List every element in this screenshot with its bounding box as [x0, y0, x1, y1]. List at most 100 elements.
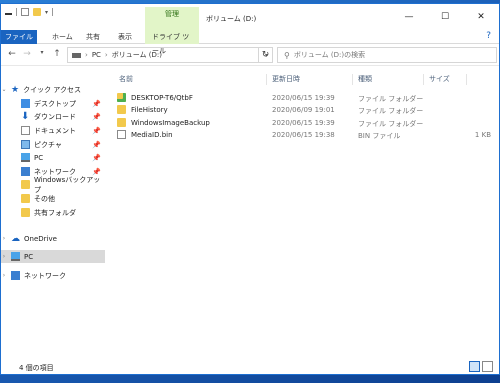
nav-desktop[interactable]: デスクトップ 📌	[1, 97, 105, 110]
column-header-type[interactable]: 種類	[358, 74, 372, 87]
nav-label: PC	[34, 153, 44, 162]
chevron-right-icon[interactable]: ›	[1, 272, 7, 279]
address-bar-row: ← → ▾ ↑ › PC › ボリューム (D:) ▾ ↻ ⚲ ボリューム (D…	[1, 44, 499, 66]
table-row[interactable]: FileHistory 2020/06/09 19:01 ファイル フォルダー	[111, 104, 499, 116]
new-folder-icon[interactable]	[33, 8, 41, 16]
table-row[interactable]: MediaID.bin 2020/06/15 19:38 BIN ファイル 1 …	[111, 129, 499, 141]
column-divider[interactable]	[352, 74, 353, 85]
nav-downloads[interactable]: ⬇ ダウンロード 📌	[1, 110, 105, 123]
tab-view[interactable]: 表示	[111, 30, 139, 44]
customize-toolbar-icon[interactable]: ▾	[45, 9, 48, 16]
file-name: WindowsImageBackup	[131, 119, 210, 127]
properties-icon[interactable]	[21, 8, 29, 16]
nav-label: デスクトップ	[34, 99, 76, 108]
breadcrumb-separator-icon[interactable]: ›	[105, 51, 108, 59]
address-bar[interactable]: › PC › ボリューム (D:) ▾	[67, 47, 273, 63]
window-title: ボリューム (D:)	[206, 15, 257, 23]
star-icon: ★	[11, 84, 20, 95]
minimize-button[interactable]: —	[391, 4, 427, 30]
file-date: 2020/06/15 19:39	[272, 119, 335, 127]
nav-other[interactable]: その他	[1, 192, 105, 205]
nav-label: PC	[24, 252, 34, 261]
nav-documents[interactable]: ドキュメント 📌	[1, 124, 105, 137]
download-icon: ⬇	[21, 111, 30, 122]
chevron-right-icon[interactable]: ›	[1, 253, 7, 260]
quick-access-toolbar: ▾	[5, 8, 54, 16]
folder-sync-icon	[117, 93, 126, 102]
folder-icon	[21, 194, 30, 203]
nav-label: クイック アクセス	[23, 85, 81, 94]
maximize-button[interactable]: ☐	[427, 4, 463, 30]
file-type: BIN ファイル	[358, 132, 401, 140]
file-icon	[117, 130, 126, 139]
navigation-pane: ⌄ ★ クイック アクセス デスクトップ 📌 ⬇ ダウンロード 📌 ドキュメント…	[1, 70, 105, 360]
toolbar-divider	[52, 8, 54, 16]
column-header-size[interactable]: サイズ	[429, 74, 450, 87]
search-input[interactable]: ボリューム (D:)の検索	[294, 50, 365, 60]
item-count: 4 個の項目	[19, 364, 54, 372]
file-date: 2020/06/15 19:38	[272, 131, 335, 139]
close-button[interactable]: ✕	[463, 4, 499, 30]
pin-icon: 📌	[92, 99, 101, 108]
file-name: MediaID.bin	[131, 131, 173, 139]
file-name: FileHistory	[131, 106, 168, 114]
help-icon[interactable]: ?	[486, 31, 491, 41]
details-view-icon[interactable]	[469, 361, 480, 372]
nav-pc[interactable]: › PC	[1, 250, 105, 263]
column-divider[interactable]	[423, 74, 424, 85]
table-row[interactable]: DESKTOP-T6/QtbF 2020/06/15 19:39 ファイル フォ…	[111, 92, 499, 104]
title-bar: ▾ 管理 ボリューム (D:) — ☐ ✕	[1, 4, 499, 30]
table-row[interactable]: WindowsImageBackup 2020/06/15 19:39 ファイル…	[111, 117, 499, 129]
file-size: 1 KB	[474, 131, 491, 139]
breadcrumb-separator-icon[interactable]: ›	[85, 51, 88, 59]
file-type: ファイル フォルダー	[358, 120, 424, 128]
file-type: ファイル フォルダー	[358, 107, 424, 115]
tab-share[interactable]: 共有	[79, 30, 107, 44]
navigation-buttons: ← → ▾ ↑	[7, 49, 62, 59]
file-type: ファイル フォルダー	[358, 95, 424, 103]
nav-pictures[interactable]: ピクチャ 📌	[1, 138, 105, 151]
file-date: 2020/06/15 19:39	[272, 94, 335, 102]
nav-pc-pinned[interactable]: PC 📌	[1, 151, 105, 164]
breadcrumb-pc[interactable]: PC	[92, 51, 101, 59]
computer-icon	[21, 153, 30, 162]
tab-drive-tools[interactable]: ドライブ ツール	[145, 30, 199, 55]
computer-icon	[11, 252, 20, 261]
column-divider[interactable]	[266, 74, 267, 85]
up-arrow-icon[interactable]: ↑	[52, 49, 62, 59]
documents-icon	[21, 126, 30, 135]
nav-onedrive[interactable]: › ☁ OneDrive	[1, 232, 105, 245]
recent-locations-icon[interactable]: ▾	[37, 49, 47, 59]
file-list: 名前 更新日時 種類 サイズ DESKTOP-T6/QtbF 2020/06/1…	[111, 70, 499, 360]
context-tab-group-label: 管理	[145, 7, 199, 30]
column-header-date[interactable]: 更新日時	[272, 74, 300, 87]
pin-icon: 📌	[92, 140, 101, 149]
nav-windows-backup[interactable]: Windowsバックアップ	[1, 176, 105, 194]
network-icon	[21, 167, 30, 176]
toolbar-divider	[16, 8, 17, 16]
pictures-icon	[21, 140, 30, 149]
folder-icon	[21, 180, 30, 189]
nav-shared-folder[interactable]: 共有フォルダ	[1, 206, 105, 219]
view-switcher	[469, 361, 493, 372]
network-icon	[11, 271, 20, 280]
forward-arrow-icon[interactable]: →	[22, 49, 32, 59]
column-divider[interactable]	[466, 74, 467, 85]
refresh-icon[interactable]: ↻	[258, 47, 272, 63]
nav-quick-access[interactable]: ⌄ ★ クイック アクセス	[1, 83, 105, 96]
back-arrow-icon[interactable]: ←	[7, 49, 17, 59]
explorer-window: ▾ 管理 ボリューム (D:) — ☐ ✕ ファイル ホーム 共有 表示 ドライ…	[0, 3, 500, 375]
tab-home[interactable]: ホーム	[45, 30, 80, 44]
nav-network[interactable]: › ネットワーク	[1, 269, 105, 282]
tab-file[interactable]: ファイル	[1, 30, 37, 44]
folder-icon	[117, 118, 126, 127]
chevron-right-icon[interactable]: ›	[1, 235, 7, 242]
breadcrumb-volume-d[interactable]: ボリューム (D:)	[112, 50, 162, 60]
search-box[interactable]: ⚲ ボリューム (D:)の検索	[277, 47, 497, 63]
column-header-name[interactable]: 名前	[119, 74, 133, 87]
chevron-down-icon[interactable]: ⌄	[1, 86, 7, 93]
search-icon: ⚲	[284, 50, 290, 60]
system-menu-icon[interactable]	[5, 10, 12, 15]
large-icons-view-icon[interactable]	[482, 361, 493, 372]
file-date: 2020/06/09 19:01	[272, 106, 335, 114]
